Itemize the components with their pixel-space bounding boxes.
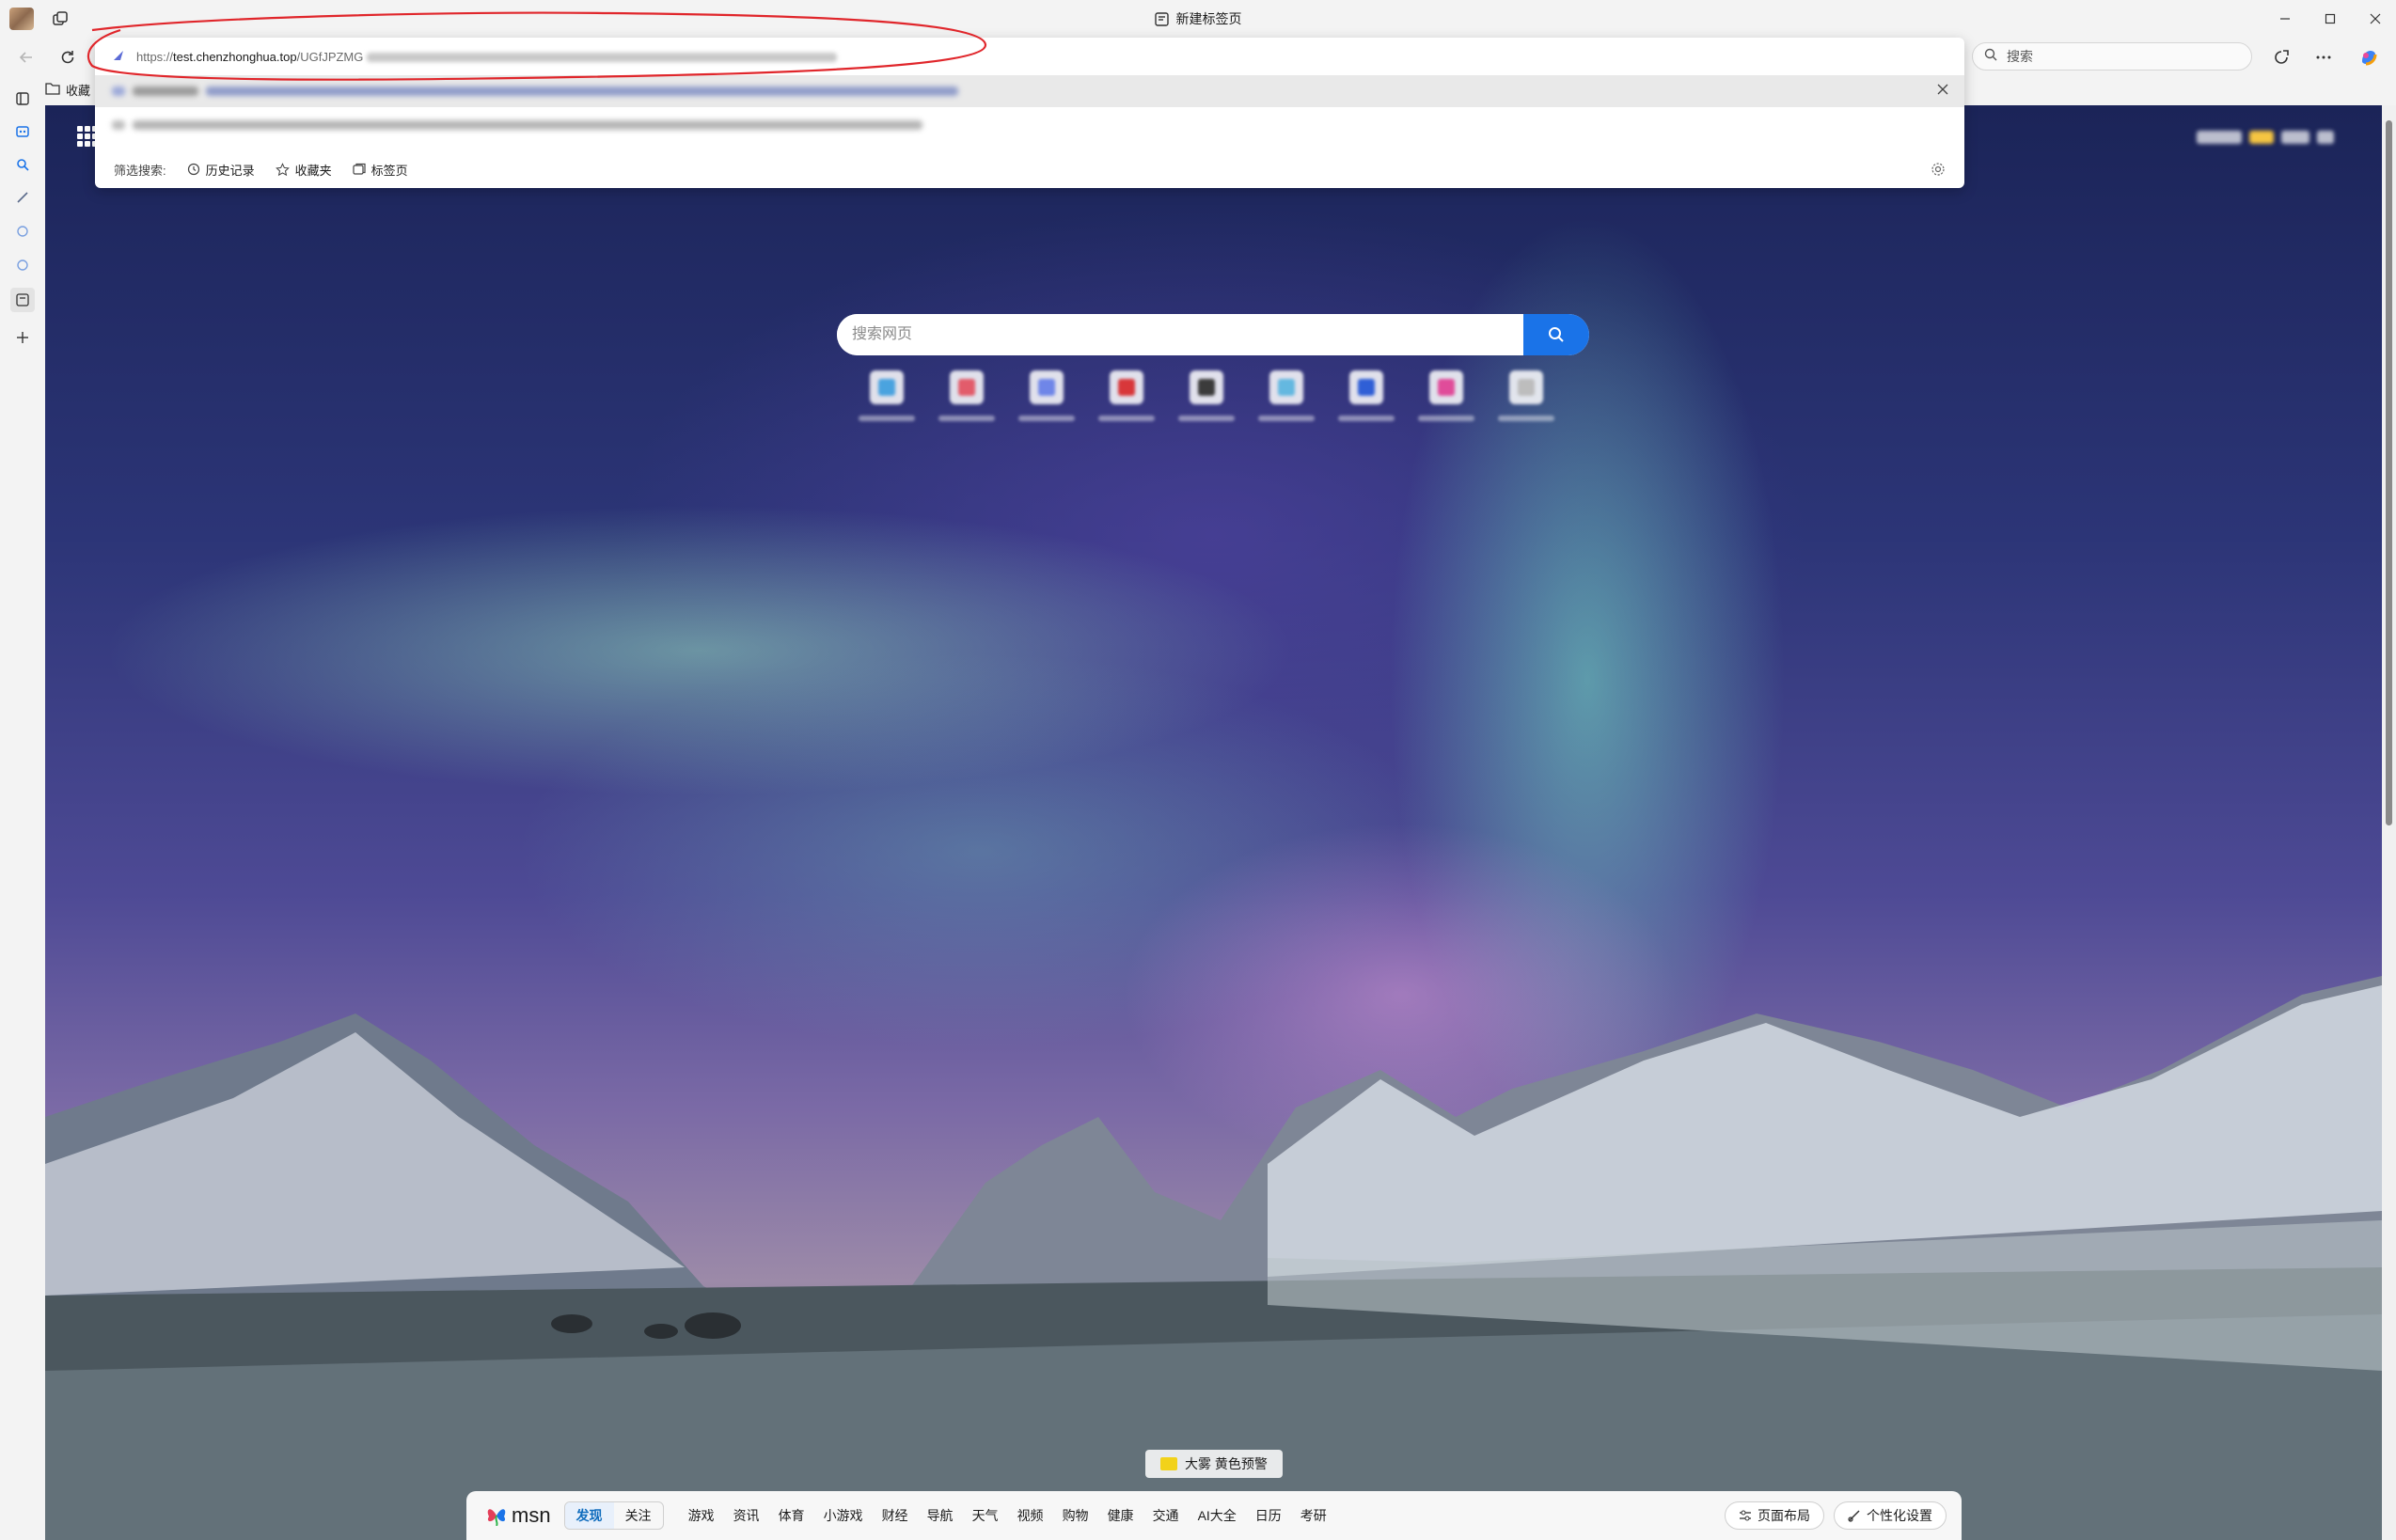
site-info-icon[interactable]: [112, 49, 125, 65]
nav-sports[interactable]: 体育: [769, 1506, 814, 1525]
nav-calendar[interactable]: 日历: [1246, 1506, 1291, 1525]
maximize-button[interactable]: [2319, 8, 2341, 30]
msn-butterfly-icon: [487, 1509, 506, 1526]
search-icon[interactable]: [10, 152, 35, 177]
filter-favorites-label: 收藏夹: [294, 163, 332, 178]
nav-video[interactable]: 视频: [1008, 1506, 1053, 1525]
sidebar-search-box[interactable]: [1972, 42, 2252, 71]
personalize-label: 个性化设置: [1867, 1508, 1932, 1523]
quick-link[interactable]: [856, 370, 918, 432]
quick-link[interactable]: [1016, 370, 1078, 432]
remove-suggestion-icon[interactable]: [1936, 83, 1949, 101]
active-tab[interactable]: 新建标签页: [0, 9, 2396, 29]
copilot-icon[interactable]: [2357, 45, 2381, 70]
vertical-sidebar: [0, 75, 45, 1540]
nav-finance[interactable]: 财经: [873, 1506, 918, 1525]
weather-alert-chip[interactable]: 大雾 黄色预警: [1145, 1450, 1283, 1478]
close-window-button[interactable]: [2364, 8, 2387, 30]
msn-logo-text: msn: [512, 1503, 551, 1527]
history-icon: [187, 163, 199, 176]
tab-discover[interactable]: 发现: [564, 1502, 614, 1529]
tab-following[interactable]: 关注: [614, 1502, 663, 1529]
refresh-button[interactable]: [55, 45, 80, 70]
quick-link[interactable]: [1335, 370, 1397, 432]
quick-link[interactable]: [1495, 370, 1557, 432]
url-path: /UGfJPZMG: [296, 49, 364, 64]
title-bar: 新建标签页: [0, 0, 2396, 38]
feed-segment-control: 发现 关注: [563, 1501, 664, 1530]
url-host: test.chenzhonghua.top: [173, 49, 297, 64]
msn-feed-bar: msn 发现 关注 游戏 资讯 体育 小游戏 财经 导航 天气 视频 购物 健康…: [466, 1491, 1962, 1540]
suggestion-item[interactable]: [95, 109, 1964, 141]
nav-health[interactable]: 健康: [1098, 1506, 1143, 1525]
weather-widget[interactable]: [2197, 126, 2347, 149]
msn-logo[interactable]: msn: [485, 1503, 551, 1528]
nav-navigation[interactable]: 导航: [918, 1506, 963, 1525]
minimize-button[interactable]: [2274, 8, 2296, 30]
warning-icon: [1160, 1457, 1178, 1470]
newtab-sidebar-item[interactable]: [10, 288, 35, 312]
search-filter-row: 筛选搜索: 历史记录 收藏夹 标签页: [95, 150, 1964, 188]
tab-title-text: 新建标签页: [1175, 11, 1242, 26]
personalize-button[interactable]: 个性化设置: [1834, 1501, 1947, 1530]
quick-link[interactable]: [1255, 370, 1317, 432]
search-icon: [1984, 48, 1997, 66]
web-search-box[interactable]: [837, 314, 1589, 355]
quick-link[interactable]: [1415, 370, 1477, 432]
nav-traffic[interactable]: 交通: [1143, 1506, 1189, 1525]
search-icon: [1549, 327, 1564, 342]
suggestion-item[interactable]: [95, 75, 1964, 107]
address-url[interactable]: https://test.chenzhonghua.top/UGfJPZMG: [136, 49, 838, 64]
pen-icon[interactable]: [10, 185, 35, 210]
address-bar-dropdown: https://test.chenzhonghua.top/UGfJPZMG 筛…: [95, 38, 1964, 188]
favorites-folder[interactable]: 收藏: [45, 77, 102, 102]
nav-news[interactable]: 资讯: [724, 1506, 769, 1525]
scrollbar-thumb[interactable]: [2386, 120, 2392, 825]
weather-alert-text: 大雾 黄色预警: [1185, 1456, 1268, 1471]
extensions-icon[interactable]: [2269, 45, 2294, 70]
favorites-folder-label: 收藏: [66, 83, 91, 98]
url-redacted: [367, 53, 838, 63]
nav-ai-directory[interactable]: AI大全: [1189, 1506, 1246, 1525]
games-icon[interactable]: [10, 219, 35, 244]
nav-weather[interactable]: 天气: [963, 1506, 1008, 1525]
page-layout-button[interactable]: 页面布局: [1725, 1501, 1824, 1530]
folder-icon: [45, 82, 60, 98]
robot-icon[interactable]: [10, 118, 35, 143]
more-menu-icon[interactable]: [2311, 45, 2336, 70]
gear-icon[interactable]: [1931, 162, 1946, 180]
nav-games[interactable]: 游戏: [679, 1506, 724, 1525]
brush-icon: [1848, 1510, 1860, 1522]
filter-history[interactable]: 历史记录: [187, 161, 255, 179]
filter-favorites[interactable]: 收藏夹: [275, 161, 332, 179]
quick-link[interactable]: [936, 370, 998, 432]
web-search-input[interactable]: [837, 314, 1523, 355]
nav-minigames[interactable]: 小游戏: [814, 1506, 873, 1525]
tools-icon[interactable]: [10, 253, 35, 277]
quick-link[interactable]: [1096, 370, 1158, 432]
tab-actions-icon[interactable]: [10, 86, 35, 111]
page-layout-label: 页面布局: [1758, 1508, 1810, 1523]
filter-tabs-label: 标签页: [370, 163, 408, 178]
sliders-icon: [1740, 1510, 1751, 1521]
add-icon[interactable]: [10, 325, 35, 350]
newtab-background: 大雾 黄色预警 msn 发现 关注 游戏 资讯 体育 小游戏 财经 导航 天气 …: [45, 105, 2382, 1540]
url-scheme: https://: [136, 49, 174, 64]
tabs-icon: [353, 163, 366, 175]
web-search-button[interactable]: [1523, 314, 1589, 355]
quick-links: [856, 370, 1570, 432]
quick-link[interactable]: [1175, 370, 1237, 432]
address-bar[interactable]: https://test.chenzhonghua.top/UGfJPZMG: [95, 38, 1964, 75]
nav-shopping[interactable]: 购物: [1053, 1506, 1098, 1525]
nav-exam[interactable]: 考研: [1291, 1506, 1336, 1525]
filter-tabs[interactable]: 标签页: [353, 161, 408, 179]
back-button[interactable]: [14, 45, 39, 70]
newtab-page-icon: [1154, 12, 1169, 29]
star-icon: [275, 162, 290, 176]
sidebar-search-input[interactable]: [2007, 49, 2223, 64]
page-scrollbar[interactable]: [2382, 105, 2396, 1540]
filter-history-label: 历史记录: [205, 163, 255, 178]
filter-label: 筛选搜索:: [114, 163, 166, 178]
